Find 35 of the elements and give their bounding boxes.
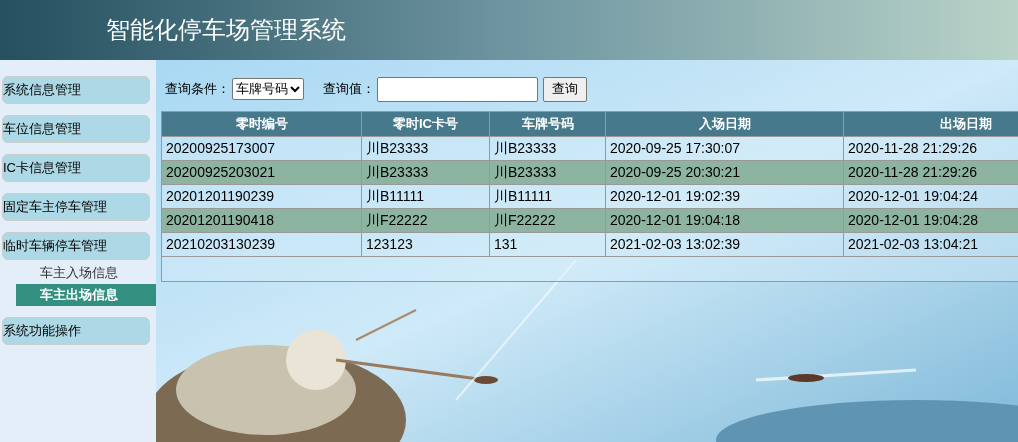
sidebar-item[interactable]: 固定车主停车管理: [2, 193, 150, 221]
table-cell: 2020-09-25 20:30:21: [606, 161, 844, 184]
sidebar-item[interactable]: 临时车辆停车管理: [2, 232, 150, 260]
table-cell: 20210203130239: [162, 233, 362, 256]
submenu-item[interactable]: 车主入场信息: [16, 262, 156, 284]
value-label: 查询值：: [323, 80, 375, 99]
table-cell: 20200925203021: [162, 161, 362, 184]
query-button[interactable]: 查询: [543, 76, 587, 102]
table-cell: 131: [490, 233, 606, 256]
column-header: 车牌号码: [490, 112, 606, 136]
submenu-item[interactable]: 车主出场信息: [16, 284, 156, 306]
table-cell: 川B23333: [490, 161, 606, 184]
table-cell: 2020-12-01 19:04:18: [606, 209, 844, 232]
table-cell: 2020-12-01 19:04:28: [844, 209, 1018, 232]
column-header: 零时IC卡号: [362, 112, 490, 136]
column-header: 零时编号: [162, 112, 362, 136]
table-cell: 川F22222: [490, 209, 606, 232]
value-input[interactable]: [377, 76, 538, 102]
sidebar-item[interactable]: 系统功能操作: [2, 317, 150, 345]
table-cell: 2020-11-28 21:29:26: [844, 161, 1018, 184]
table-cell: 2021-02-03 13:02:39: [606, 233, 844, 256]
condition-select[interactable]: 车牌号码: [232, 78, 304, 100]
sidebar-item[interactable]: 系统信息管理: [2, 76, 150, 104]
table-cell: 123123: [362, 233, 490, 256]
sidebar-item[interactable]: IC卡信息管理: [2, 154, 150, 182]
column-header: 出场日期: [844, 112, 1018, 136]
table-cell: 川B23333: [362, 161, 490, 184]
sidebar-item[interactable]: 车位信息管理: [2, 115, 150, 143]
table-cell: 2021-02-03 13:04:21: [844, 233, 1018, 256]
column-header: 入场日期: [606, 112, 844, 136]
condition-label: 查询条件：: [165, 80, 230, 99]
table-cell: 20201201190418: [162, 209, 362, 232]
table-cell: 川F22222: [362, 209, 490, 232]
app-title: 智能化停车场管理系统: [106, 15, 346, 45]
chevron-down-icon: [290, 84, 300, 94]
